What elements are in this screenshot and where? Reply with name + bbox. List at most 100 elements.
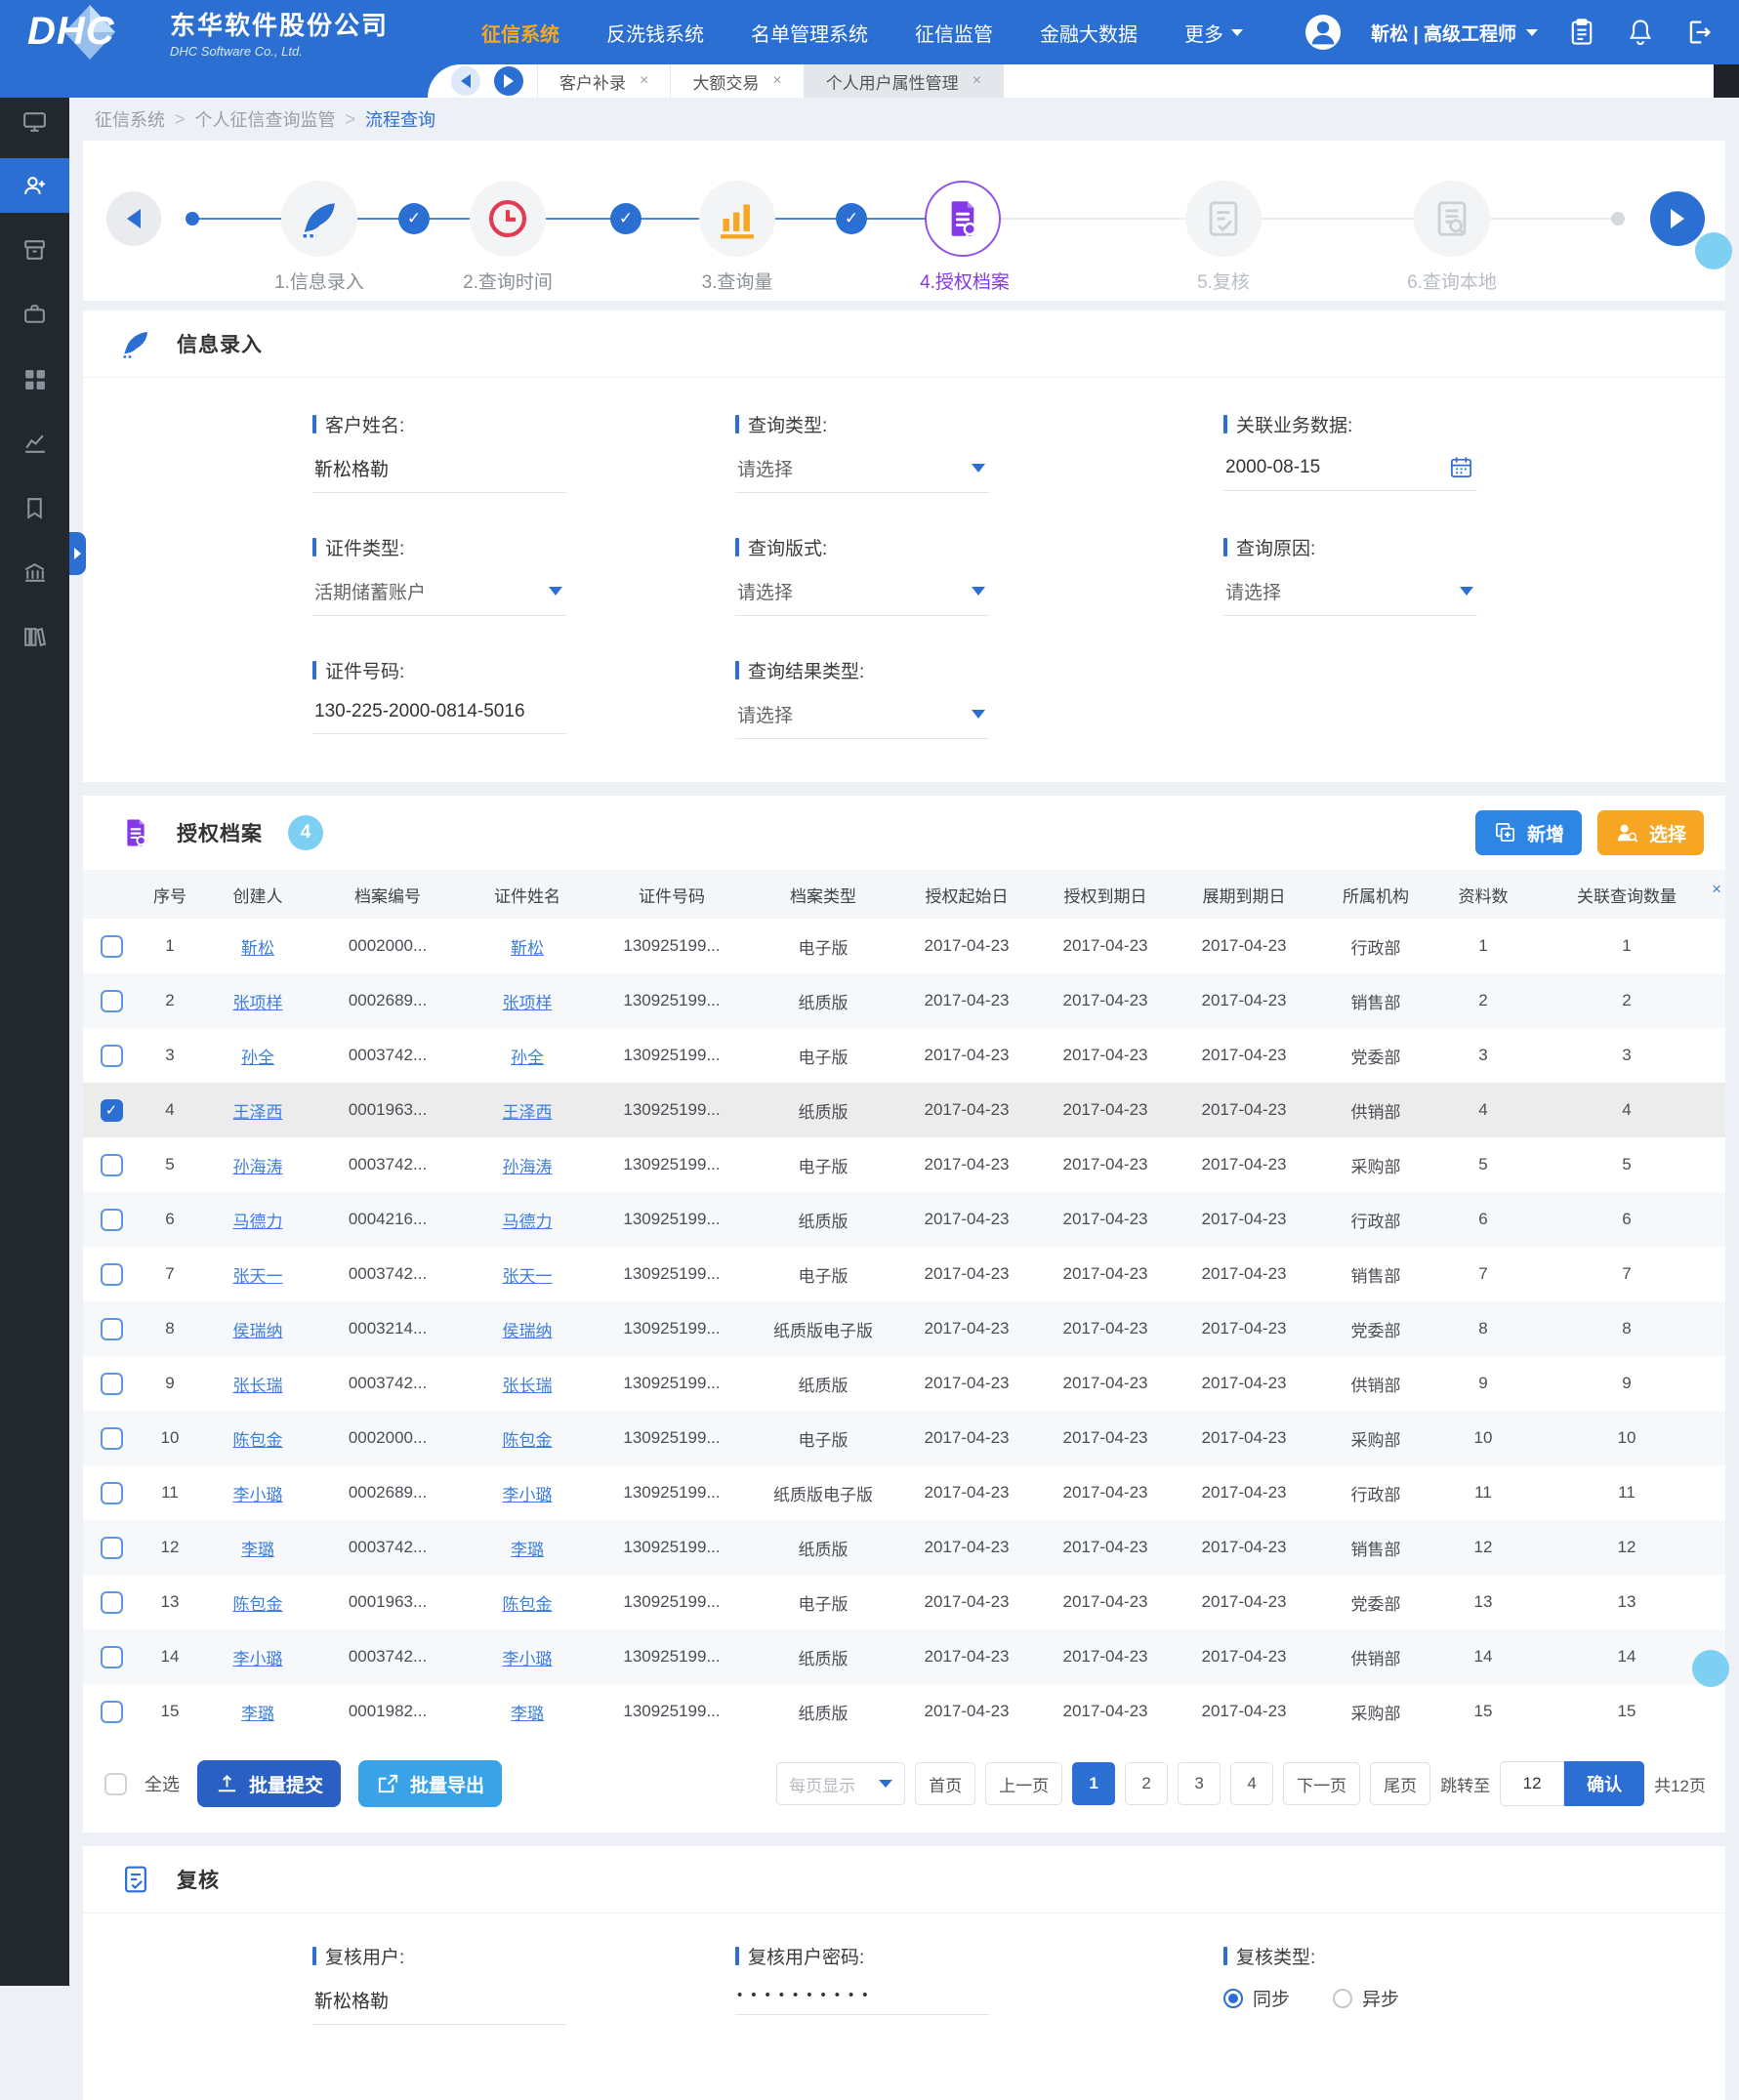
cert-name-link[interactable]: 孙海涛 xyxy=(503,1158,553,1176)
row-checkbox[interactable] xyxy=(101,935,123,958)
close-icon[interactable]: × xyxy=(640,72,648,90)
customer-name-input[interactable]: 靳松格勒 xyxy=(312,441,566,493)
cert-name-link[interactable]: 孙全 xyxy=(511,1049,544,1067)
cert-type-select[interactable]: 活期储蓄账户 xyxy=(312,564,566,616)
close-icon[interactable]: × xyxy=(1712,880,1721,899)
select-all-checkbox[interactable] xyxy=(104,1773,127,1795)
nav-big-data[interactable]: 金融大数据 xyxy=(1040,19,1138,47)
cert-name-link[interactable]: 陈包金 xyxy=(503,1431,553,1450)
creator-link[interactable]: 李小璐 xyxy=(233,1650,283,1668)
close-icon[interactable]: × xyxy=(973,72,981,90)
add-button[interactable]: 新增 xyxy=(1475,810,1582,855)
tabs-scroll-right-button[interactable] xyxy=(494,66,523,96)
last-page-button[interactable]: 尾页 xyxy=(1370,1762,1430,1805)
batch-submit-button[interactable]: 批量提交 xyxy=(197,1760,341,1807)
step-4-authorization-archive[interactable] xyxy=(925,181,1001,257)
user-menu[interactable]: 靳松 | 高级工程师 xyxy=(1371,20,1538,46)
logout-icon[interactable] xyxy=(1684,18,1714,47)
review-user-input[interactable]: 靳松格勒 xyxy=(312,1973,566,2025)
tab-personal-user-attrs[interactable]: 个人用户属性管理× xyxy=(804,64,1004,98)
prev-page-button[interactable]: 上一页 xyxy=(985,1762,1062,1805)
sidebar-item-library[interactable] xyxy=(0,609,69,664)
row-checkbox[interactable] xyxy=(101,1427,123,1450)
sidebar-item-monitor[interactable] xyxy=(0,94,69,148)
cert-name-link[interactable]: 马德力 xyxy=(503,1213,553,1231)
page-1-button[interactable]: 1 xyxy=(1072,1762,1115,1805)
per-page-select[interactable]: 每页显示 xyxy=(776,1762,905,1805)
review-password-input[interactable]: •••••••••• xyxy=(735,1973,989,2015)
creator-link[interactable]: 孙全 xyxy=(241,1049,274,1067)
sidebar-item-briefcase[interactable] xyxy=(0,287,69,342)
sidebar-item-analytics[interactable] xyxy=(0,416,69,471)
breadcrumb-personal-query[interactable]: 个人征信查询监管 xyxy=(195,106,336,132)
row-checkbox[interactable] xyxy=(101,1591,123,1614)
next-page-button[interactable]: 下一页 xyxy=(1283,1762,1360,1805)
creator-link[interactable]: 张天一 xyxy=(233,1267,283,1286)
nav-credit-supervision[interactable]: 征信监管 xyxy=(915,19,993,47)
row-checkbox[interactable] xyxy=(101,1537,123,1559)
cert-name-link[interactable]: 王泽西 xyxy=(503,1103,553,1122)
step-3-query-volume[interactable] xyxy=(699,181,775,257)
creator-link[interactable]: 陈包金 xyxy=(233,1595,283,1614)
step-2-query-time[interactable] xyxy=(470,181,546,257)
cert-number-input[interactable]: 130-225-2000-0814-5016 xyxy=(312,687,566,734)
cert-name-link[interactable]: 李小璐 xyxy=(503,1486,553,1504)
row-checkbox[interactable] xyxy=(101,1209,123,1231)
steps-back-button[interactable] xyxy=(106,191,161,246)
nav-aml-system[interactable]: 反洗钱系统 xyxy=(606,19,704,47)
sidebar-item-archive[interactable] xyxy=(0,223,69,277)
first-page-button[interactable]: 首页 xyxy=(915,1762,975,1805)
row-checkbox[interactable] xyxy=(101,1154,123,1176)
step-1-info-entry[interactable] xyxy=(281,181,357,257)
creator-link[interactable]: 张长瑞 xyxy=(233,1377,283,1395)
row-checkbox[interactable] xyxy=(101,990,123,1012)
cert-name-link[interactable]: 李小璐 xyxy=(503,1650,553,1668)
creator-link[interactable]: 王泽西 xyxy=(233,1103,283,1122)
row-checkbox[interactable] xyxy=(101,1045,123,1067)
jump-page-input[interactable]: 12 xyxy=(1500,1761,1564,1806)
row-checkbox[interactable] xyxy=(101,1099,123,1122)
cert-name-link[interactable]: 张项样 xyxy=(503,994,553,1012)
cert-name-link[interactable]: 张长瑞 xyxy=(503,1377,553,1395)
sidebar-item-bank[interactable] xyxy=(0,545,69,599)
radio-async[interactable]: 异步 xyxy=(1333,1985,1399,2011)
page-4-button[interactable]: 4 xyxy=(1230,1762,1273,1805)
nav-more[interactable]: 更多 xyxy=(1184,19,1243,47)
creator-link[interactable]: 靳松 xyxy=(241,939,274,958)
batch-export-button[interactable]: 批量导出 xyxy=(358,1760,502,1807)
row-checkbox[interactable] xyxy=(101,1482,123,1504)
cert-name-link[interactable]: 李璐 xyxy=(511,1705,544,1723)
row-checkbox[interactable] xyxy=(101,1646,123,1668)
query-reason-select[interactable]: 请选择 xyxy=(1223,564,1477,616)
creator-link[interactable]: 陈包金 xyxy=(233,1431,283,1450)
row-checkbox[interactable] xyxy=(101,1263,123,1286)
nav-credit-system[interactable]: 征信系统 xyxy=(481,19,559,47)
breadcrumb-credit-system[interactable]: 征信系统 xyxy=(95,106,165,132)
step-5-review[interactable] xyxy=(1185,181,1262,257)
close-icon[interactable]: × xyxy=(772,72,781,90)
step-6-query-local[interactable] xyxy=(1414,181,1490,257)
page-3-button[interactable]: 3 xyxy=(1178,1762,1221,1805)
row-checkbox[interactable] xyxy=(101,1701,123,1723)
sidebar-expand-handle[interactable] xyxy=(69,532,86,575)
creator-link[interactable]: 马德力 xyxy=(233,1213,283,1231)
radio-sync[interactable]: 同步 xyxy=(1223,1985,1290,2011)
query-result-type-select[interactable]: 请选择 xyxy=(735,687,989,739)
row-checkbox[interactable] xyxy=(101,1318,123,1340)
cert-name-link[interactable]: 张天一 xyxy=(503,1267,553,1286)
query-type-select[interactable]: 请选择 xyxy=(735,441,989,493)
nav-list-management[interactable]: 名单管理系统 xyxy=(751,19,868,47)
sidebar-item-person-query[interactable] xyxy=(0,158,69,213)
tabs-scroll-left-button[interactable] xyxy=(451,66,480,96)
page-2-button[interactable]: 2 xyxy=(1125,1762,1168,1805)
bell-icon[interactable] xyxy=(1626,18,1655,47)
sidebar-item-apps[interactable] xyxy=(0,351,69,406)
confirm-button[interactable]: 确认 xyxy=(1564,1761,1644,1806)
creator-link[interactable]: 李璐 xyxy=(241,1705,274,1723)
cert-name-link[interactable]: 李璐 xyxy=(511,1541,544,1559)
creator-link[interactable]: 孙海涛 xyxy=(233,1158,283,1176)
row-checkbox[interactable] xyxy=(101,1373,123,1395)
cert-name-link[interactable]: 侯瑞纳 xyxy=(503,1322,553,1340)
avatar[interactable] xyxy=(1304,14,1342,51)
select-button[interactable]: 选择 xyxy=(1597,810,1704,855)
